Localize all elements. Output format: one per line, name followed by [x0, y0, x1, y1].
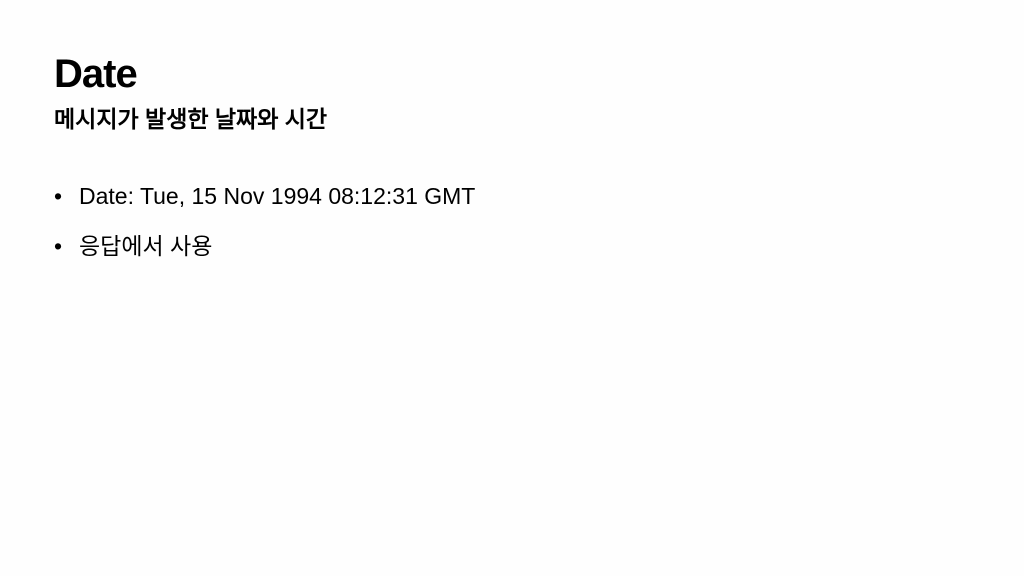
slide: Date 메시지가 발생한 날짜와 시간 • Date: Tue, 15 Nov… [0, 0, 1024, 576]
bullet-dot-icon: • [54, 233, 63, 259]
bullet-item: • 응답에서 사용 [54, 228, 475, 264]
bullet-list: • Date: Tue, 15 Nov 1994 08:12:31 GMT • … [54, 178, 475, 278]
bullet-text-date-example: Date: Tue, 15 Nov 1994 08:12:31 GMT [79, 183, 476, 209]
bullet-text-usage: 응답에서 사용 [79, 233, 213, 259]
bullet-item: • Date: Tue, 15 Nov 1994 08:12:31 GMT [54, 178, 475, 214]
slide-subtitle: 메시지가 발생한 날짜와 시간 [54, 106, 328, 132]
bullet-dot-icon: • [54, 183, 63, 209]
slide-title: Date [54, 52, 138, 96]
